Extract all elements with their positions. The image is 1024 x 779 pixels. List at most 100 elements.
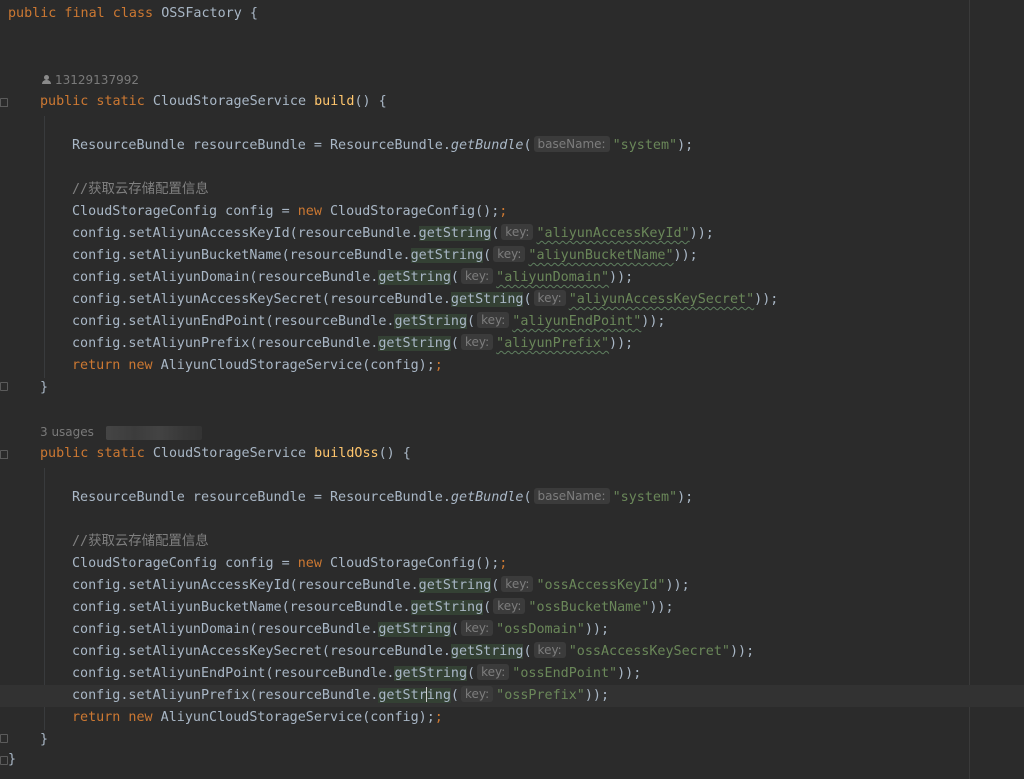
keyword: public static: [40, 446, 153, 461]
method-name: buildOss: [314, 446, 379, 461]
paren: (: [483, 248, 492, 263]
paren: (: [450, 622, 459, 637]
declaration: CloudStorageConfig config =: [72, 556, 298, 571]
string-literal: "aliyunBucketName": [528, 248, 674, 263]
class-close-line[interactable]: }: [0, 749, 969, 771]
semicolon: ;: [499, 556, 508, 571]
setter-line[interactable]: config.setAliyunBucketName(resourceBundl…: [0, 597, 969, 619]
parameter-hint: key:: [493, 598, 526, 614]
parameter-hint: key:: [533, 290, 566, 306]
setter-call: config.setAliyunBucketName(resourceBundl…: [72, 600, 411, 615]
paren: (: [450, 336, 459, 351]
code-editor[interactable]: public final class OSSFactory { 131291379…: [0, 0, 1024, 779]
setter-line[interactable]: config.setAliyunDomain(resourceBundle.ge…: [0, 267, 969, 289]
keyword: public final class: [8, 6, 162, 21]
parameter-hint: key:: [460, 686, 494, 702]
parameter-hint: key:: [477, 664, 510, 680]
paren: (: [450, 688, 459, 703]
parameter-hint: key:: [501, 224, 534, 240]
setter-line[interactable]: config.setAliyunAccessKeyId(resourceBund…: [0, 223, 969, 245]
constructor-call: CloudStorageConfig();: [321, 556, 500, 571]
method-call: getString: [410, 248, 484, 263]
semicolon: ;: [499, 204, 508, 219]
method-call: getString: [450, 644, 524, 659]
signature-tail: () {: [354, 94, 387, 109]
paren: );: [677, 490, 694, 505]
return-type: CloudStorageService: [152, 94, 315, 109]
declaration: CloudStorageConfig config =: [72, 204, 298, 219]
redacted-author: [106, 426, 202, 440]
method-call: getString: [450, 292, 524, 307]
parameter-hint: key:: [460, 620, 494, 636]
paren: (: [523, 292, 532, 307]
paren: (: [483, 600, 492, 615]
comment-line[interactable]: //获取云存储配置信息: [0, 531, 969, 553]
string-literal: "ossBucketName": [528, 600, 650, 615]
paren: (: [491, 226, 500, 241]
paren: (: [523, 644, 532, 659]
setter-line[interactable]: config.setAliyunPrefix(resourceBundle.ge…: [0, 685, 1024, 707]
setter-call: config.setAliyunAccessKeyId(resourceBund…: [72, 578, 419, 593]
string-literal: "aliyunAccessKeyId": [536, 226, 690, 241]
setter-line[interactable]: config.setAliyunEndPoint(resourceBundle.…: [0, 663, 969, 685]
author-hint[interactable]: 13129137992: [42, 71, 139, 89]
return-line[interactable]: return new AliyunCloudStorageService(con…: [0, 355, 969, 377]
method-close-line[interactable]: }: [0, 729, 969, 751]
setter-line[interactable]: config.setAliyunAccessKeySecret(resource…: [0, 289, 969, 311]
usage-highlight: getString: [378, 687, 451, 703]
paren: ));: [649, 600, 674, 615]
keyword: return new: [72, 710, 153, 725]
paren: ));: [689, 226, 714, 241]
method-call: getStr: [378, 688, 427, 703]
method-call: getString: [418, 226, 492, 241]
usages-hint[interactable]: 3 usages: [40, 423, 94, 441]
setter-line[interactable]: config.setAliyunDomain(resourceBundle.ge…: [0, 619, 969, 641]
setter-line[interactable]: config.setAliyunAccessKeyId(resourceBund…: [0, 575, 969, 597]
string-literal: "ossPrefix": [496, 688, 585, 703]
setter-line[interactable]: config.setAliyunEndPoint(resourceBundle.…: [0, 311, 969, 333]
class-declaration-line[interactable]: public final class OSSFactory {: [0, 3, 969, 25]
setter-call: config.setAliyunDomain(resourceBundle.: [72, 622, 379, 637]
paren: (: [467, 314, 476, 329]
brace: }: [8, 752, 17, 767]
return-line[interactable]: return new AliyunCloudStorageService(con…: [0, 707, 969, 729]
method-close-line[interactable]: }: [0, 377, 969, 399]
setter-line[interactable]: config.setAliyunBucketName(resourceBundl…: [0, 245, 969, 267]
string-literal: "ossEndPoint": [512, 666, 618, 681]
paren: ));: [584, 622, 610, 637]
parameter-hint: key:: [493, 246, 526, 262]
keyword: public static: [40, 94, 153, 109]
semicolon: ;: [434, 710, 443, 725]
method-call: ing: [426, 688, 451, 703]
parameter-hint: key:: [533, 642, 566, 658]
user-icon: [42, 75, 51, 84]
setter-call: config.setAliyunAccessKeySecret(resource…: [72, 644, 451, 659]
paren: ));: [617, 666, 642, 681]
setter-line[interactable]: config.setAliyunAccessKeySecret(resource…: [0, 641, 969, 663]
semicolon: ;: [434, 358, 443, 373]
declaration: ResourceBundle resourceBundle = Resource…: [72, 490, 451, 505]
paren: (: [467, 666, 476, 681]
paren: ));: [754, 292, 779, 307]
method-signature-line[interactable]: public static CloudStorageService build(…: [0, 91, 969, 113]
method-signature-line[interactable]: public static CloudStorageService buildO…: [0, 443, 969, 465]
config-line[interactable]: CloudStorageConfig config = new CloudSto…: [0, 553, 969, 575]
comment: //获取云存储配置信息: [72, 534, 209, 549]
paren: ));: [641, 314, 666, 329]
setter-call: config.setAliyunAccessKeySecret(resource…: [72, 292, 451, 307]
paren: ));: [729, 644, 755, 659]
bundle-line[interactable]: ResourceBundle resourceBundle = Resource…: [0, 487, 969, 509]
paren: (: [450, 270, 459, 285]
method-call: getString: [394, 666, 468, 681]
config-line[interactable]: CloudStorageConfig config = new CloudSto…: [0, 201, 969, 223]
keyword: return new: [72, 358, 153, 373]
comment: //获取云存储配置信息: [72, 182, 209, 197]
method-call: getBundle: [450, 138, 524, 153]
parameter-hint: key:: [460, 268, 494, 284]
setter-line[interactable]: config.setAliyunPrefix(resourceBundle.ge…: [0, 333, 969, 355]
paren: ));: [673, 248, 698, 263]
comment-line[interactable]: //获取云存储配置信息: [0, 179, 969, 201]
brace: }: [40, 732, 49, 747]
bundle-line[interactable]: ResourceBundle resourceBundle = Resource…: [0, 135, 969, 157]
keyword: new: [297, 556, 322, 571]
